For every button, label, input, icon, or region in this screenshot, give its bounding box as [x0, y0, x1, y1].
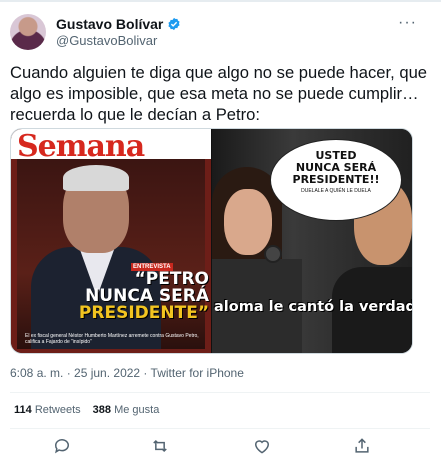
- share-icon[interactable]: [352, 436, 372, 456]
- speaker-face: [224, 189, 272, 255]
- author-handle[interactable]: @GustavoBolivar: [56, 33, 157, 48]
- likes-stat[interactable]: 388 Me gusta: [93, 404, 160, 416]
- photo-panel: USTED NUNCA SERÁ PRESIDENTE!! DUELALE A …: [212, 129, 413, 353]
- photo-overlay-text: aloma le cantó la verdad a: [214, 299, 413, 315]
- divider-bottom: [10, 428, 430, 429]
- tweet-text: Cuando alguien te diga que algo no se pu…: [10, 63, 428, 124]
- tweet-card: Gustavo Bolívar @GustavoBolivar ··· Cuan…: [0, 0, 441, 464]
- bubble-subtext: DUELALE A QUIÉN LE DUELA: [301, 188, 371, 194]
- reply-icon[interactable]: [52, 436, 72, 456]
- likes-count: 388: [92, 404, 112, 416]
- speech-bubble: USTED NUNCA SERÁ PRESIDENTE!! DUELALE A …: [270, 139, 402, 221]
- bubble-line3: PRESIDENTE!!: [292, 173, 380, 186]
- retweet-icon[interactable]: [150, 436, 170, 456]
- cover-caption: El ex fiscal general Néstor Humberto Mar…: [25, 333, 199, 345]
- top-divider: [0, 0, 441, 2]
- author-name[interactable]: Gustavo Bolívar: [56, 16, 163, 32]
- divider-top: [10, 392, 430, 393]
- verified-badge-icon: [168, 17, 180, 31]
- magazine-cover: Semana ENTREVISTA “PETRO NUNCA SERÁ PRES…: [11, 129, 211, 353]
- cover-quote-line3: PRESIDENTE”: [78, 303, 209, 323]
- likes-label: Me gusta: [114, 404, 160, 416]
- author-name-row[interactable]: Gustavo Bolívar: [56, 16, 181, 32]
- retweets-count: 114: [14, 404, 32, 416]
- more-icon[interactable]: ···: [398, 14, 417, 32]
- cover-figure-hair: [63, 165, 129, 191]
- like-icon[interactable]: [252, 436, 272, 456]
- tweet-media[interactable]: Semana ENTREVISTA “PETRO NUNCA SERÁ PRES…: [10, 128, 413, 354]
- microphone: [264, 245, 282, 263]
- cover-quote: “PETRO NUNCA SERÁ PRESIDENTE”: [67, 271, 209, 322]
- retweets-label: Retweets: [34, 404, 81, 416]
- tweet-stats: 114 Retweets 388 Me gusta: [14, 404, 159, 416]
- retweets-stat[interactable]: 114 Retweets: [14, 404, 81, 416]
- action-bar: [0, 436, 441, 456]
- tweet-timestamp[interactable]: 6:08 a. m. · 25 jun. 2022 · Twitter for …: [10, 366, 244, 380]
- avatar[interactable]: [10, 14, 46, 50]
